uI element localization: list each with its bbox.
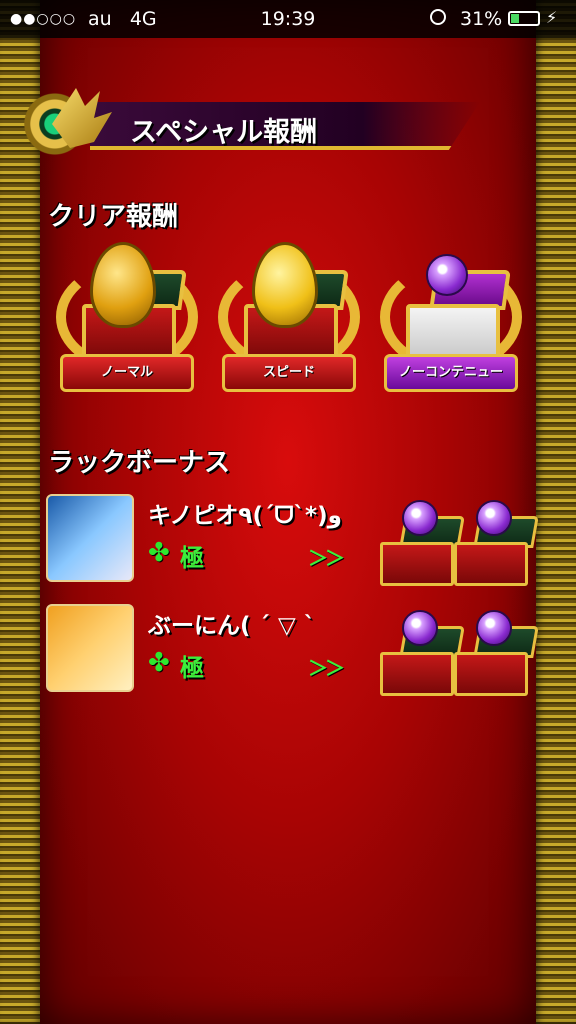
arrow-icon: ＞＞ bbox=[308, 656, 345, 680]
banner-title: スペシャル報酬 bbox=[130, 117, 318, 148]
reward-label-no-continue: ノーコンテニュー bbox=[384, 354, 518, 392]
reward-label-speed: スピード bbox=[222, 354, 356, 392]
player-name: キノピオ٩(ˊᗜˋ*)و bbox=[148, 503, 342, 529]
clover-icon: ✤ bbox=[148, 538, 170, 568]
bonus-chest-icon bbox=[380, 500, 465, 592]
chest-box-icon bbox=[454, 542, 528, 586]
rotation-lock-icon bbox=[430, 9, 446, 25]
charging-icon: ⚡ bbox=[546, 8, 558, 27]
special-reward-banner: スペシャル報酬 bbox=[12, 88, 482, 168]
luck-row: ぶーにん( ´ ▽ ` ✤ 極 ＞＞ bbox=[46, 604, 546, 696]
reward-speed: スピード bbox=[214, 232, 364, 407]
gold-egg-icon bbox=[252, 242, 318, 328]
battery-fill bbox=[511, 14, 520, 23]
clear-reward-heading: クリア報酬 bbox=[48, 202, 179, 232]
battery-icon bbox=[508, 11, 540, 26]
luck-row: キノピオ٩(ˊᗜˋ*)و ✤ 極 ＞＞ bbox=[46, 494, 546, 586]
luck-orb-icon bbox=[476, 500, 512, 536]
luck-bonus-heading: ラックボーナス bbox=[48, 448, 231, 478]
status-bar: ●●○○○ au 4G 19:39 31% ⚡ bbox=[0, 0, 576, 38]
luck-orb-icon bbox=[402, 500, 438, 536]
bonus-chest-icon bbox=[454, 610, 539, 702]
luck-rank: 極 bbox=[180, 654, 204, 682]
chest-box-icon bbox=[380, 652, 454, 696]
clover-icon: ✤ bbox=[148, 648, 170, 678]
reward-normal: ノーマル bbox=[52, 232, 202, 407]
battery-percent: 31% bbox=[460, 8, 503, 30]
bonus-chest-icon bbox=[380, 610, 465, 702]
player-name: ぶーにん( ´ ▽ ` bbox=[148, 613, 316, 639]
reward-label-normal: ノーマル bbox=[60, 354, 194, 392]
luck-orb-icon bbox=[476, 610, 512, 646]
chest-box-icon bbox=[454, 652, 528, 696]
player-avatar[interactable] bbox=[46, 494, 134, 582]
player-avatar[interactable] bbox=[46, 604, 134, 692]
luck-orb-icon bbox=[402, 610, 438, 646]
bonus-chest-icon bbox=[454, 500, 539, 592]
reward-no-continue: ノーコンテニュー bbox=[376, 232, 526, 407]
luck-orb-icon bbox=[426, 254, 468, 296]
chest-box-icon bbox=[380, 542, 454, 586]
luck-rank: 極 bbox=[180, 544, 204, 572]
honey-egg-icon bbox=[90, 242, 156, 328]
arrow-icon: ＞＞ bbox=[308, 546, 345, 570]
